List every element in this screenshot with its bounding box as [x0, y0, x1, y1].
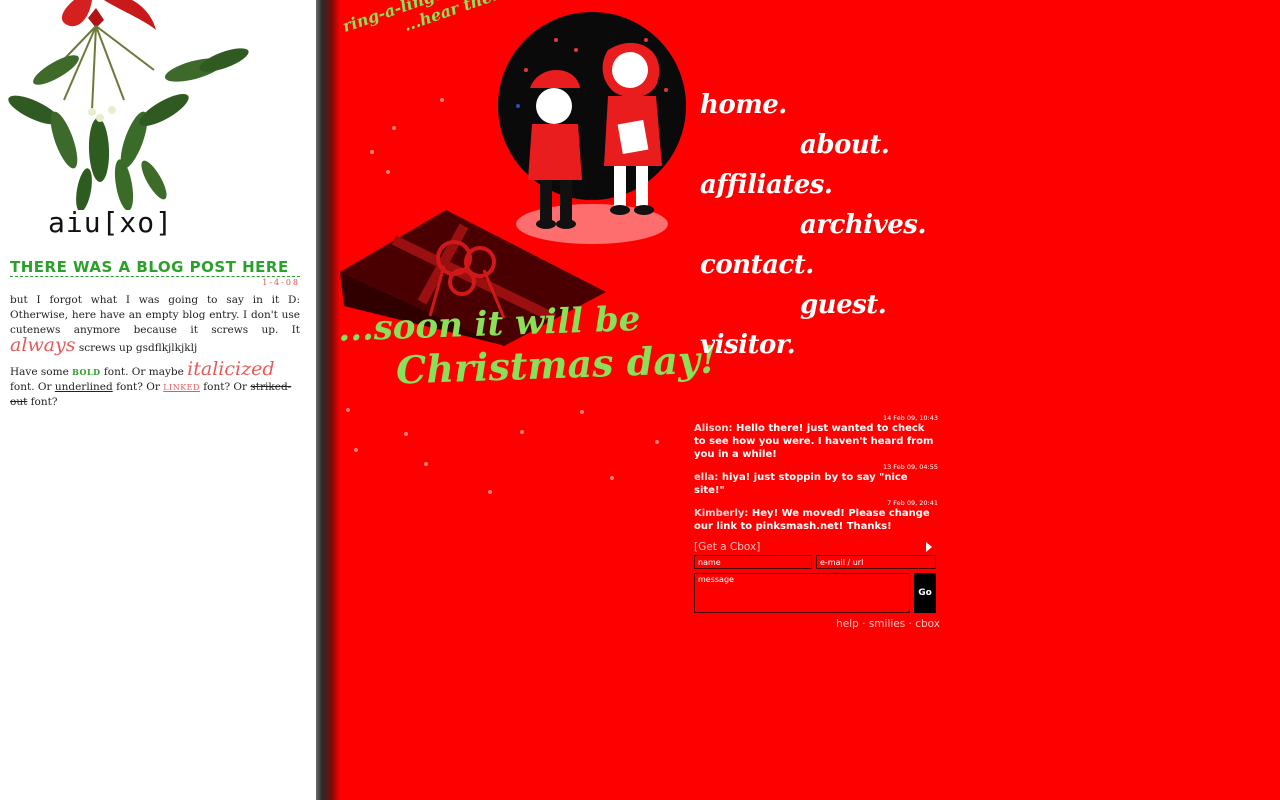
cbox-link[interactable]: cbox	[915, 618, 940, 630]
go-button[interactable]: Go	[914, 573, 936, 613]
nav-contact[interactable]: contact.	[700, 250, 814, 280]
nav-affiliates[interactable]: affiliates.	[700, 170, 833, 200]
message-text: hiya! just stoppin by to say "nice site!…	[694, 472, 908, 496]
mistletoe-image	[8, 0, 249, 210]
smilies-link[interactable]: smilies	[869, 618, 905, 630]
message-time: 7 Feb 09, 20:41	[887, 499, 938, 507]
message-author[interactable]: ella:	[694, 472, 718, 483]
column-shadow	[316, 0, 340, 800]
blog-post: THERE WAS A BLOG POST HERE 1-4-08 but I …	[10, 258, 300, 410]
play-arrow-icon[interactable]	[926, 542, 932, 552]
christmas-text: ...soon it will be Christmas day!	[337, 299, 718, 393]
site-title: aiu[xo]	[48, 206, 174, 239]
post-title: THERE WAS A BLOG POST HERE	[10, 258, 300, 277]
bold-text: BOLD	[72, 367, 101, 377]
post-date: 1-4-08	[262, 278, 300, 287]
sidebar-column: aiu[xo] THERE WAS A BLOG POST HERE 1-4-0…	[0, 0, 318, 800]
post-paragraph-2: Have some BOLD font. Or maybe italicized…	[10, 358, 292, 409]
message-time: 13 Feb 09, 04:55	[882, 463, 938, 471]
italic-text: italicized	[187, 358, 275, 380]
cbox-message: 13 Feb 09, 04:55 ella: hiya! just stoppi…	[694, 463, 938, 497]
help-link[interactable]: help	[836, 618, 859, 630]
name-input[interactable]	[694, 555, 812, 569]
cbox-message: 14 Feb 09, 10:43 Alison: Hello there! ju…	[694, 414, 938, 461]
message-textarea[interactable]	[694, 573, 910, 613]
message-author[interactable]: Kimberly:	[694, 508, 748, 519]
nav-home[interactable]: home.	[700, 90, 787, 120]
nav-guest[interactable]: guest.	[800, 290, 887, 320]
nav-visitor[interactable]: visitor.	[700, 330, 796, 360]
message-author[interactable]: Alison:	[694, 423, 733, 434]
underline-text: underlined	[54, 381, 113, 393]
cbox-footer: help · smilies · cbox	[836, 618, 940, 630]
message-time: 14 Feb 09, 10:43	[882, 414, 938, 422]
cbox-widget: 14 Feb 09, 10:43 Alison: Hello there! ju…	[694, 412, 940, 630]
nav-archives[interactable]: archives.	[800, 210, 927, 240]
always-text: always	[10, 334, 76, 356]
cbox-form: Go	[694, 555, 938, 615]
cbox-get-row: [Get a Cbox]	[694, 541, 938, 553]
nav-about[interactable]: about.	[800, 130, 890, 160]
linked-text[interactable]: LINKED	[163, 383, 200, 392]
email-url-input[interactable]	[816, 555, 936, 569]
get-cbox-link[interactable]: [Get a Cbox]	[694, 541, 760, 553]
post-paragraph-1: but I forgot what I was going to say in …	[10, 294, 300, 356]
cbox-message: 7 Feb 09, 20:41 Kimberly: Hey! We moved!…	[694, 499, 938, 533]
